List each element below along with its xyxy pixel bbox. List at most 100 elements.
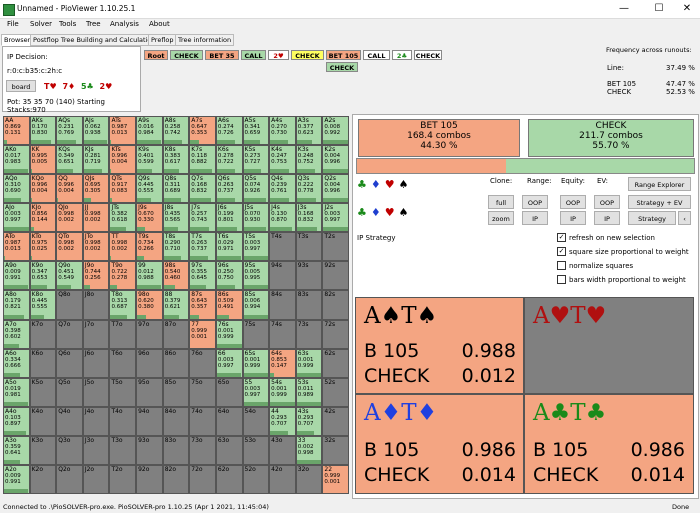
hand-cell[interactable]: J5s 0.070 0.930 <box>242 203 270 233</box>
hand-cell[interactable]: Q7s 0.168 0.832 <box>189 174 216 204</box>
menu-tree[interactable]: Tree <box>86 20 101 28</box>
hand-cell[interactable]: 85s 0.006 0.994 <box>242 290 270 320</box>
hand-cell[interactable]: T4s <box>269 232 296 262</box>
minimize-button[interactable]: — <box>615 2 633 16</box>
hand-cell[interactable]: 98o 0.620 0.380 <box>136 290 163 320</box>
hand-cell[interactable]: Q9s 0.445 0.555 <box>136 174 163 204</box>
hand-cell[interactable]: T3o <box>109 435 137 465</box>
hand-cell[interactable]: K7o <box>29 319 57 349</box>
tree-node[interactable]: CALL <box>363 50 390 60</box>
hand-cell[interactable]: 95o <box>136 377 163 407</box>
hand-cell[interactable]: 95s 0.005 0.995 <box>242 261 270 291</box>
hand-cell[interactable]: 53s 0.011 0.989 <box>295 377 323 407</box>
clone-zoom-button[interactable]: zoom <box>488 211 514 225</box>
hand-cell[interactable]: KQo 0.996 0.004 <box>29 174 57 204</box>
hand-cell[interactable]: 32o <box>295 464 323 494</box>
hand-cell[interactable]: 75o <box>189 377 216 407</box>
hand-cell[interactable]: J2s 0.003 0.997 <box>322 203 349 233</box>
hand-cell[interactable]: 52o <box>242 464 270 494</box>
tab-tree-information[interactable]: Tree information <box>175 34 235 46</box>
hand-cell[interactable]: AQo 0.310 0.690 <box>3 174 30 204</box>
hand-cell[interactable]: J3o <box>82 435 110 465</box>
hand-cell[interactable]: T3s <box>295 232 323 262</box>
hand-cell[interactable]: J8s 0.435 0.565 <box>162 203 190 233</box>
hand-cell[interactable]: 63o <box>215 435 243 465</box>
hand-cell[interactable]: A3s 0.377 0.623 <box>295 116 323 146</box>
hand-cell[interactable]: 22 0.999 0.001 <box>322 464 349 494</box>
diamond-icon[interactable]: ♦ <box>371 178 381 191</box>
menu-tools[interactable]: Tools <box>59 20 76 28</box>
strategy-button[interactable]: Strategy <box>628 211 676 225</box>
hand-cell[interactable]: Q5s 0.074 0.926 <box>242 174 270 204</box>
hand-cell[interactable]: 92o <box>136 464 163 494</box>
collapse-arrow-button[interactable]: ‹ <box>678 211 691 225</box>
hand-cell[interactable]: QJo 0.998 0.002 <box>56 203 83 233</box>
equity-ip-button[interactable]: IP <box>560 211 586 225</box>
hand-cell[interactable]: 96s 0.250 0.750 <box>215 261 243 291</box>
hand-cell[interactable]: T5s 0.003 0.997 <box>242 232 270 262</box>
hand-cell[interactable]: T8s 0.290 0.710 <box>162 232 190 262</box>
heart-icon[interactable]: ♥ <box>385 206 395 219</box>
hand-cell[interactable]: 75s <box>242 319 270 349</box>
hand-cell[interactable]: 96o <box>136 348 163 378</box>
hand-cell[interactable]: AQs 0.231 0.769 <box>56 116 83 146</box>
hand-cell[interactable]: 64o <box>215 406 243 436</box>
hand-cell[interactable]: 74o <box>189 406 216 436</box>
menu-solver[interactable]: Solver <box>30 20 52 28</box>
hand-cell[interactable]: ATs 0.987 0.013 <box>109 116 137 146</box>
tab-postflop[interactable]: Postflop Tree Building and Calculations <box>30 34 162 46</box>
hand-cell[interactable]: KJs 0.281 0.719 <box>82 145 110 175</box>
spade-icon[interactable]: ♠ <box>399 178 409 191</box>
hand-cell[interactable]: J5o <box>82 377 110 407</box>
tree-node[interactable]: BET 35 <box>205 50 239 60</box>
hand-cell[interactable]: J9o 0.744 0.256 <box>82 261 110 291</box>
hand-cell[interactable]: Q4o <box>56 406 83 436</box>
hand-cell[interactable]: KTs 0.996 0.004 <box>109 145 137 175</box>
hand-cell[interactable]: JJ 0.998 0.002 <box>82 203 110 233</box>
hand-cell[interactable]: TT 0.998 0.002 <box>109 232 137 262</box>
hand-cell[interactable]: 94s <box>269 261 296 291</box>
hand-cell[interactable]: A2s 0.008 0.992 <box>322 116 349 146</box>
hand-cell[interactable]: J3s 0.168 0.832 <box>295 203 323 233</box>
hand-cell[interactable]: 72s <box>322 319 349 349</box>
hand-cell[interactable]: K8s 0.383 0.617 <box>162 145 190 175</box>
hand-cell[interactable]: K6s 0.278 0.722 <box>215 145 243 175</box>
hand-cell[interactable]: T2s <box>322 232 349 262</box>
tree-node[interactable]: 2♣ <box>392 50 412 60</box>
hand-cell[interactable]: 94o <box>136 406 163 436</box>
hand-cell[interactable]: 97s 0.355 0.645 <box>189 261 216 291</box>
hand-cell[interactable]: 83o <box>162 435 190 465</box>
hand-cell[interactable]: K4o <box>29 406 57 436</box>
hand-cell[interactable]: 44 0.293 0.707 <box>269 406 296 436</box>
hand-cell[interactable]: 62s <box>322 348 349 378</box>
hand-cell[interactable]: J2o <box>82 464 110 494</box>
hand-cell[interactable]: A5s 0.341 0.659 <box>242 116 270 146</box>
bet-summary-box[interactable]: BET 105 168.4 combos 44.30 % <box>358 119 520 157</box>
hand-cell[interactable]: AA 0.869 0.131 <box>3 116 30 146</box>
hand-cell[interactable]: A4o 0.103 0.897 <box>3 406 30 436</box>
hand-cell[interactable]: A3o 0.359 0.641 <box>3 435 30 465</box>
hand-cell[interactable]: KJo 0.856 0.144 <box>29 203 57 233</box>
hand-cell[interactable]: AJo 0.003 0.997 <box>3 203 30 233</box>
hand-cell[interactable]: A9s 0.016 0.984 <box>136 116 163 146</box>
hand-detail-as-ts[interactable]: A♠T♠ B 105 0.988 CHECK 0.012 <box>355 297 524 394</box>
hand-cell[interactable]: A7s 0.647 0.353 <box>189 116 216 146</box>
hand-cell[interactable]: T6o <box>109 348 137 378</box>
clone-full-button[interactable]: full <box>488 195 514 209</box>
hand-cell[interactable]: Q6s 0.263 0.737 <box>215 174 243 204</box>
range-oop-button[interactable]: OOP <box>522 195 548 209</box>
hand-cell[interactable]: KQs 0.349 0.651 <box>56 145 83 175</box>
hand-cell[interactable]: 65o <box>215 377 243 407</box>
tree-node[interactable]: CALL <box>241 50 266 60</box>
hand-cell[interactable]: J6s 0.199 0.801 <box>215 203 243 233</box>
hand-cell[interactable]: 42o <box>269 464 296 494</box>
hand-cell[interactable]: 65s 0.001 0.999 <box>242 348 270 378</box>
hand-cell[interactable]: Q7o <box>56 319 83 349</box>
hand-cell[interactable]: AJs 0.062 0.938 <box>82 116 110 146</box>
hand-cell[interactable]: A9o 0.009 0.991 <box>3 261 30 291</box>
hand-cell[interactable]: 83s <box>295 290 323 320</box>
tree-node[interactable]: CHECK <box>291 50 324 60</box>
hand-cell[interactable]: 92s <box>322 261 349 291</box>
menu-file[interactable]: File <box>7 20 19 28</box>
club-icon[interactable]: ♣ <box>357 178 367 191</box>
